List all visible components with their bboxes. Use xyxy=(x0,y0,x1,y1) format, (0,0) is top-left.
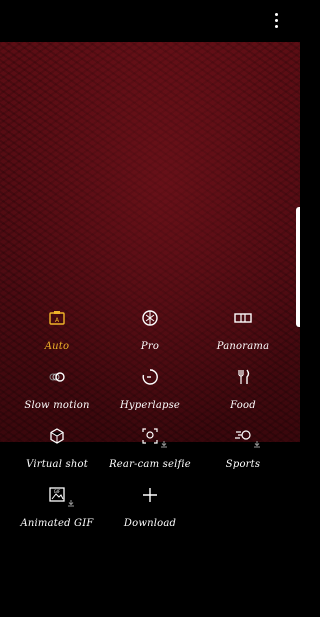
mode-label: Rear-cam selfie xyxy=(109,459,191,470)
mode-rear-cam-selfie[interactable]: Rear-cam selfie xyxy=(100,425,200,470)
virtual-shot-icon xyxy=(46,425,68,447)
mode-auto[interactable]: A Auto xyxy=(7,307,107,352)
mode-virtual-shot[interactable]: Virtual shot xyxy=(7,425,107,470)
top-bar xyxy=(0,0,300,42)
slow-motion-icon xyxy=(46,366,68,388)
mode-pro[interactable]: Pro xyxy=(100,307,200,352)
mode-label: Auto xyxy=(44,341,70,352)
mode-label: Virtual shot xyxy=(26,459,88,470)
mode-label: Food xyxy=(230,400,256,411)
mode-animated-gif[interactable]: GIF Animated GIF xyxy=(7,484,107,529)
download-badge-icon xyxy=(254,441,260,448)
animated-gif-icon: GIF xyxy=(46,484,74,507)
svg-text:A: A xyxy=(55,317,60,324)
mode-label: Panorama xyxy=(216,341,270,352)
download-badge-icon xyxy=(68,500,74,507)
camera-auto-icon: A xyxy=(46,307,68,329)
hyperlapse-icon xyxy=(139,366,161,388)
more-options-icon[interactable] xyxy=(270,13,282,31)
panorama-icon xyxy=(232,307,254,329)
mode-download[interactable]: Download xyxy=(100,484,200,529)
mode-food[interactable]: Food xyxy=(193,366,293,411)
mode-sports[interactable]: Sports xyxy=(193,425,293,470)
download-badge-icon xyxy=(161,441,167,448)
svg-text:GIF: GIF xyxy=(54,489,61,494)
food-icon xyxy=(232,366,254,388)
mode-label: Sports xyxy=(225,459,261,470)
mode-slow-motion[interactable]: Slow motion xyxy=(7,366,107,411)
mode-panorama[interactable]: Panorama xyxy=(193,307,293,352)
mode-label: Download xyxy=(123,518,177,529)
mode-label: Pro xyxy=(140,341,160,352)
plus-icon xyxy=(139,484,161,506)
mode-hyperlapse[interactable]: Hyperlapse xyxy=(100,366,200,411)
aperture-icon xyxy=(139,307,161,329)
mode-label: Hyperlapse xyxy=(119,400,181,411)
mode-label: Animated GIF xyxy=(20,518,94,529)
edge-panel-handle[interactable] xyxy=(296,207,300,327)
sports-icon xyxy=(232,425,260,448)
mode-label: Slow motion xyxy=(24,400,90,411)
rear-cam-selfie-icon xyxy=(139,425,167,448)
